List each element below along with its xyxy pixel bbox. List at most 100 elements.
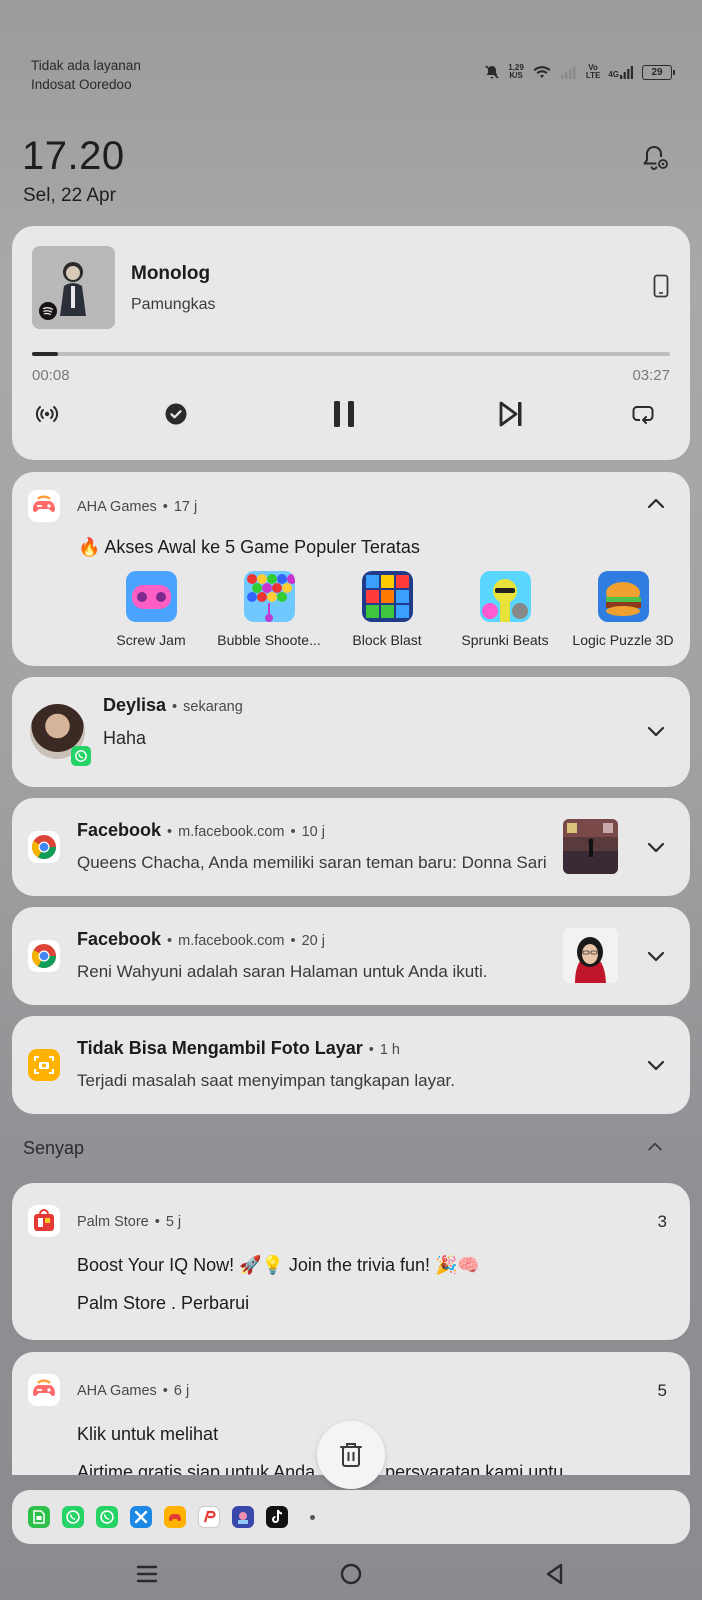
trash-icon [340, 1443, 362, 1467]
pause-button[interactable] [326, 396, 362, 432]
whatsapp-icon[interactable] [62, 1506, 84, 1528]
media-progress-bar[interactable] [32, 352, 670, 356]
aha-games-app-icon [28, 490, 60, 522]
media-current-time: 00:08 [32, 367, 70, 384]
bell-muted-icon [485, 65, 499, 79]
logic-puzzle-icon [597, 571, 649, 622]
facebook-2-message: Reni Wahyuni adalah saran Halaman untuk … [77, 962, 488, 981]
facebook-notification-2[interactable]: Facebook • m.facebook.com • 20 j Reni Wahyun… [12, 907, 690, 1005]
clock-time: 17.20 [22, 134, 125, 178]
recent-apps-icon[interactable] [133, 1560, 161, 1588]
chrome-icon [28, 831, 60, 863]
back-icon[interactable] [541, 1560, 569, 1588]
chrome-icon [28, 940, 60, 972]
repeat-button[interactable] [625, 396, 661, 432]
notification-count: 3 [657, 1212, 667, 1231]
whatsapp-message: Haha [103, 728, 147, 748]
screenshot-error-notification[interactable]: Tidak Bisa Mengambil Foto Layar • 1 h Terj… [12, 1016, 690, 1114]
carrier-line-1: Tidak ada layanan [31, 58, 141, 73]
palm-store-line-2: Palm Store . Perbarui [77, 1293, 250, 1313]
facebook-2-header: Facebook • m.facebook.com • 20 j [77, 929, 325, 949]
next-track-button[interactable] [493, 396, 529, 432]
pause-icon [334, 401, 354, 427]
aha-games-notification[interactable]: AHA Games • 17 j 🔥 Akses Awal ke 5 Game Po… [12, 472, 690, 666]
volte-indicator: Vo LTE [585, 63, 601, 80]
palm-store-app-icon [28, 1205, 60, 1237]
chevron-up-icon[interactable] [645, 1137, 665, 1157]
clock-date: Sel, 22 Apr [23, 185, 116, 206]
chevron-down-icon[interactable] [644, 1053, 668, 1077]
chevron-down-icon[interactable] [644, 944, 668, 968]
palm-store-notification[interactable]: Palm Store • 5 j 3 Boost Your IQ Now! 🚀💡 J… [12, 1183, 690, 1340]
facebook-2-thumbnail [563, 928, 618, 983]
check-circle-icon [165, 403, 187, 425]
screenshot-message: Terjadi masalah saat menyimpan tangkapan… [77, 1071, 455, 1090]
screenshot-header: Tidak Bisa Mengambil Foto Layar • 1 h [77, 1038, 400, 1058]
carrier-line-2: Indosat Ooredoo [31, 77, 132, 92]
saved-button[interactable] [158, 396, 194, 432]
game-list: Screw Jam Bubble Shoote... Block Blast S… [92, 571, 682, 648]
shopee-pay-icon[interactable] [198, 1506, 220, 1528]
game-item-screw-jam[interactable]: Screw Jam [92, 571, 210, 648]
facebook-1-thumbnail [563, 819, 618, 874]
palm-store-line-1: Boost Your IQ Now! 🚀💡 Join the trivia fu… [77, 1255, 480, 1275]
facebook-1-header: Facebook • m.facebook.com • 10 j [77, 820, 325, 840]
bubble-shooter-icon [243, 571, 295, 622]
tiktok-icon[interactable] [266, 1506, 288, 1528]
aha-games-2-line-1: Klik untuk melihat [77, 1424, 219, 1444]
chevron-down-icon[interactable] [644, 719, 668, 743]
broadcast-button[interactable] [29, 396, 65, 432]
chevron-up-icon[interactable] [644, 492, 668, 516]
game-icon[interactable] [164, 1506, 186, 1528]
screenshot-app-icon [28, 1049, 60, 1081]
song-artist: Pamungkas [131, 296, 216, 313]
repeat-icon [632, 406, 654, 424]
carrier-info: Tidak ada layanan Indosat Ooredoo [31, 56, 141, 94]
navigation-bar [0, 1548, 702, 1600]
sprunki-beats-icon [479, 571, 531, 622]
silent-section-label: Senyap [23, 1138, 85, 1158]
home-icon[interactable] [337, 1560, 365, 1588]
game-item-block-blast[interactable]: Block Blast [328, 571, 446, 648]
media-total-time: 03:27 [632, 367, 670, 384]
sim-toolkit-icon[interactable] [28, 1506, 50, 1528]
whatsapp-header: Deylisa • sekarang [103, 695, 243, 715]
skip-next-icon [499, 401, 522, 427]
broadcast-icon [35, 406, 59, 422]
x-app-icon[interactable] [130, 1506, 152, 1528]
palm-store-header: Palm Store • 5 j [77, 1214, 182, 1230]
net-speed: 1,29 K/S [508, 63, 524, 80]
aha-games-2-header: AHA Games • 6 j [77, 1383, 190, 1399]
game-item-logic-puzzle-3d[interactable]: Logic Puzzle 3D [564, 571, 682, 648]
album-art [32, 246, 115, 329]
clear-all-button[interactable] [317, 1421, 385, 1489]
media-player-card[interactable]: Monolog Pamungkas 00:08 03:27 [12, 226, 690, 460]
whatsapp-badge-icon [71, 746, 91, 766]
more-indicator [310, 1514, 315, 1520]
aha-games-app-icon [28, 1374, 60, 1406]
chevron-down-icon[interactable] [644, 835, 668, 859]
screw-jam-icon [125, 571, 177, 622]
spotify-icon [39, 302, 57, 320]
battery-icon: 29 [642, 64, 675, 80]
facebook-1-message: Queens Chacha, Anda memiliki saran teman… [77, 853, 547, 872]
signal-4g-icon: 4G [608, 65, 634, 79]
song-title: Monolog [131, 263, 211, 284]
facebook-notification-1[interactable]: Facebook • m.facebook.com • 10 j Queens Chac… [12, 798, 690, 896]
app-icon-tray[interactable] [12, 1490, 690, 1544]
wifi-icon [533, 66, 551, 78]
block-blast-icon [361, 571, 413, 622]
signal-empty-icon [560, 66, 576, 79]
aha-games-title: 🔥 Akses Awal ke 5 Game Populer Teratas [78, 537, 420, 557]
status-icons: 1,29 K/S Vo LTE 4G 29 [484, 63, 675, 80]
notification-settings-icon[interactable] [640, 143, 670, 173]
game-avatar-icon[interactable] [232, 1506, 254, 1528]
media-progress-fill [32, 352, 58, 356]
whatsapp-business-icon[interactable] [96, 1506, 118, 1528]
whatsapp-notification[interactable]: Deylisa • sekarang Haha [12, 677, 690, 787]
notification-count: 5 [657, 1381, 667, 1400]
aha-games-header: AHA Games • 17 j [77, 499, 198, 515]
game-item-sprunki-beats[interactable]: Sprunki Beats [446, 571, 564, 648]
output-device-phone-icon[interactable] [653, 274, 669, 298]
game-item-bubble-shooter[interactable]: Bubble Shoote... [210, 571, 328, 648]
